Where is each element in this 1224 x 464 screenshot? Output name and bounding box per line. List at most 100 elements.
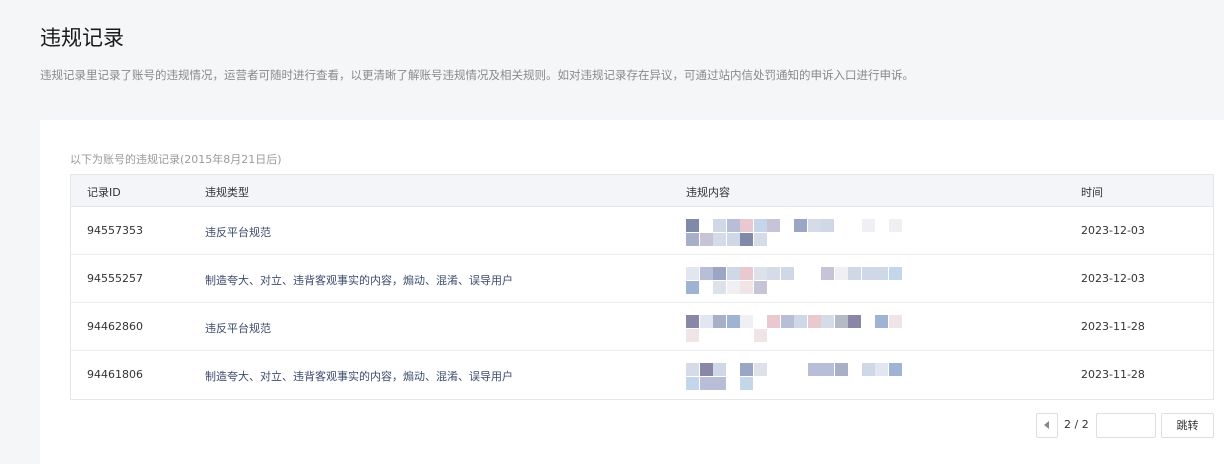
mosaic-pixel (726, 315, 740, 328)
prev-page-button[interactable] (1036, 413, 1058, 438)
mosaic-pixel (861, 363, 875, 376)
mosaic-pixel (713, 281, 726, 294)
mosaic-pixel (807, 219, 821, 232)
mosaic-pixel (686, 363, 699, 376)
mosaic-pixel (713, 363, 726, 376)
mosaic-pixel (821, 315, 834, 328)
records-card: 以下为账号的违规记录(2015年8月21日后) 记录ID 违规类型 违规内容 时… (40, 120, 1224, 464)
record-id: 94555257 (87, 272, 143, 285)
mosaic-pixel (726, 219, 740, 232)
mosaic-pixel (713, 219, 726, 232)
mosaic-pixel (861, 219, 875, 232)
redacted-content-mosaic (686, 219, 906, 247)
page-title: 违规记录 (40, 26, 124, 50)
mosaic-pixel (713, 315, 726, 328)
table-row: 94555257 制造夸大、对立、违背客观事实的内容，煽动、混淆、误导用户 20… (71, 255, 1213, 303)
mosaic-pixel (888, 315, 902, 328)
record-time: 2023-11-28 (1081, 320, 1145, 333)
mosaic-pixel (834, 315, 848, 328)
mosaic-pixel (686, 329, 699, 342)
column-header-content: 违规内容 (686, 186, 730, 199)
column-header-time: 时间 (1081, 186, 1103, 199)
jump-button[interactable]: 跳转 (1161, 413, 1214, 438)
mosaic-pixel (699, 233, 713, 246)
page-description: 违规记录里记录了账号的违规情况，运营者可随时进行查看，以更清晰了解账号违规情况及… (40, 68, 914, 82)
mosaic-pixel (767, 267, 780, 280)
record-id: 94462860 (87, 320, 143, 333)
page-jump-field[interactable] (1096, 413, 1156, 438)
mosaic-pixel (686, 377, 699, 390)
mosaic-pixel (753, 219, 767, 232)
mosaic-pixel (740, 219, 753, 232)
mosaic-pixel (821, 219, 834, 232)
mosaic-pixel (794, 219, 807, 232)
records-table: 记录ID 违规类型 违规内容 时间 94557353 违反平台规范 2023-1… (70, 174, 1214, 400)
mosaic-pixel (875, 363, 888, 376)
redacted-content-mosaic (686, 267, 906, 295)
mosaic-pixel (821, 267, 834, 280)
mosaic-pixel (686, 267, 699, 280)
mosaic-pixel (740, 281, 753, 294)
mosaic-pixel (848, 267, 861, 280)
mosaic-pixel (753, 363, 767, 376)
mosaic-pixel (740, 377, 753, 390)
mosaic-pixel (834, 267, 848, 280)
mosaic-pixel (767, 315, 780, 328)
mosaic-pixel (875, 267, 888, 280)
record-type: 制造夸大、对立、违背客观事实的内容，煽动、混淆、误导用户 (205, 370, 513, 383)
mosaic-pixel (888, 363, 902, 376)
mosaic-pixel (780, 267, 794, 280)
mosaic-pixel (807, 363, 821, 376)
mosaic-pixel (753, 233, 767, 246)
mosaic-pixel (780, 315, 794, 328)
table-header: 记录ID 违规类型 违规内容 时间 (71, 175, 1213, 207)
mosaic-pixel (888, 267, 902, 280)
mosaic-pixel (875, 315, 888, 328)
mosaic-pixel (686, 233, 699, 246)
record-type: 违反平台规范 (205, 226, 271, 239)
page-jump-input[interactable] (1097, 414, 1155, 437)
record-type: 违反平台规范 (205, 322, 271, 335)
mosaic-pixel (740, 315, 753, 328)
mosaic-pixel (726, 267, 740, 280)
mosaic-pixel (848, 315, 861, 328)
records-subtitle: 以下为账号的违规记录(2015年8月21日后) (70, 153, 282, 166)
mosaic-pixel (726, 281, 740, 294)
mosaic-pixel (713, 233, 726, 246)
mosaic-pixel (861, 267, 875, 280)
mosaic-pixel (807, 315, 821, 328)
column-header-id: 记录ID (87, 186, 121, 199)
record-id: 94461806 (87, 368, 143, 381)
mosaic-pixel (713, 267, 726, 280)
mosaic-pixel (699, 377, 713, 390)
mosaic-pixel (888, 219, 902, 232)
mosaic-pixel (713, 377, 726, 390)
redacted-content-mosaic (686, 363, 906, 391)
record-id: 94557353 (87, 224, 143, 237)
redacted-content-mosaic (686, 315, 906, 343)
mosaic-pixel (699, 363, 713, 376)
record-time: 2023-12-03 (1081, 224, 1145, 237)
mosaic-pixel (740, 363, 753, 376)
mosaic-pixel (740, 233, 753, 246)
mosaic-pixel (686, 281, 699, 294)
record-time: 2023-12-03 (1081, 272, 1145, 285)
mosaic-pixel (753, 267, 767, 280)
mosaic-pixel (753, 281, 767, 294)
mosaic-pixel (834, 363, 848, 376)
table-row: 94462860 违反平台规范 2023-11-28 (71, 303, 1213, 351)
mosaic-pixel (686, 315, 699, 328)
mosaic-pixel (794, 315, 807, 328)
mosaic-pixel (699, 267, 713, 280)
column-header-type: 违规类型 (205, 186, 249, 199)
page-info: 2 / 2 (1064, 418, 1089, 431)
mosaic-pixel (740, 267, 753, 280)
table-row: 94461806 制造夸大、对立、违背客观事实的内容，煽动、混淆、误导用户 20… (71, 351, 1213, 399)
mosaic-pixel (821, 363, 834, 376)
record-time: 2023-11-28 (1081, 368, 1145, 381)
record-type: 制造夸大、对立、违背客观事实的内容，煽动、混淆、误导用户 (205, 274, 513, 287)
chevron-left-icon (1044, 421, 1049, 429)
mosaic-pixel (767, 219, 780, 232)
mosaic-pixel (753, 329, 767, 342)
table-row: 94557353 违反平台规范 2023-12-03 (71, 207, 1213, 255)
